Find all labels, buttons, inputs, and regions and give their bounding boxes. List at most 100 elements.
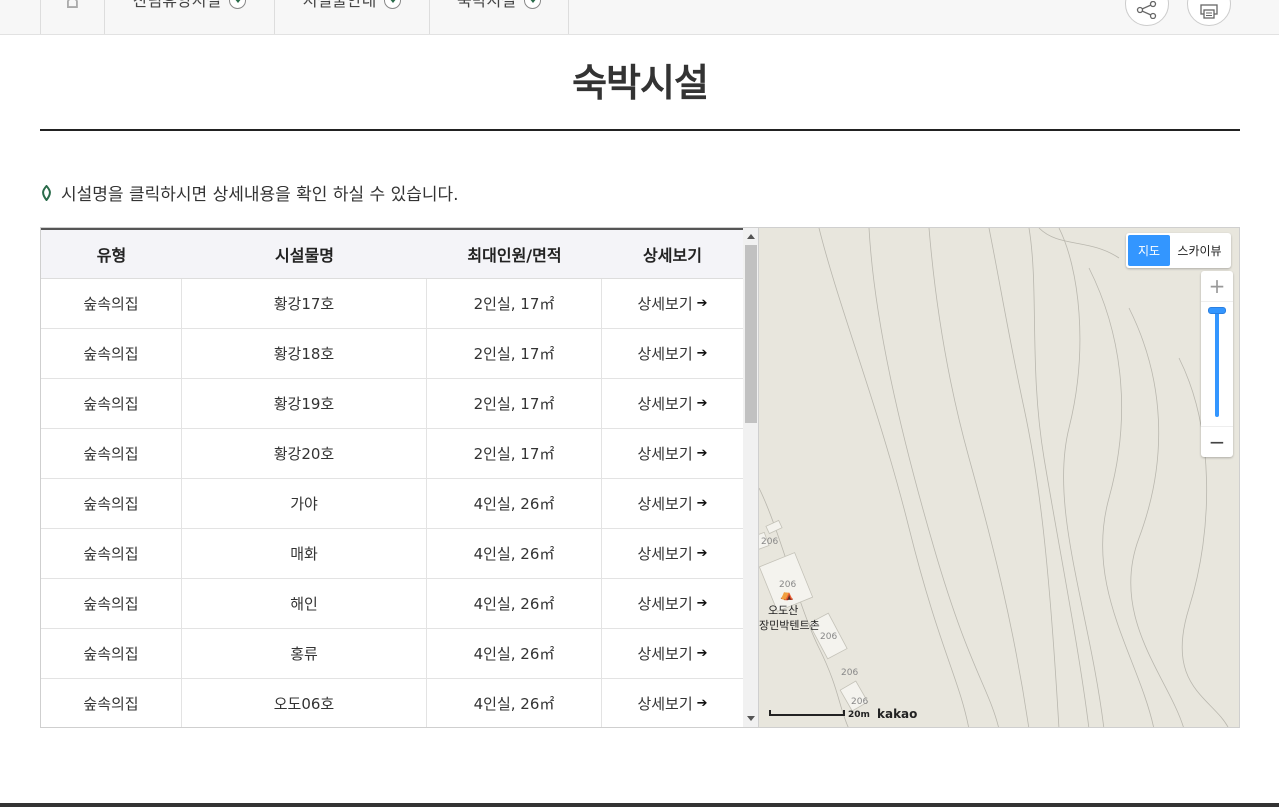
- detail-link[interactable]: 상세보기 ➔: [602, 529, 743, 578]
- table-row[interactable]: 숲속의집 황강17호 2인실, 17㎡ 상세보기 ➔: [41, 279, 743, 329]
- contour-lines: [759, 228, 1229, 727]
- cell-type: 숲속의집: [41, 279, 182, 328]
- print-icon: [1200, 4, 1218, 19]
- scroll-up-arrow-icon[interactable]: [747, 234, 755, 239]
- arrow-right-icon: ➔: [696, 496, 708, 511]
- column-header-capacity: 최대인원/면적: [467, 246, 562, 265]
- page-title: 숙박시설: [572, 61, 709, 105]
- nav-item-facility-guide[interactable]: 시설물안내: [275, 0, 430, 34]
- cell-facility-name[interactable]: 오도06호: [182, 679, 427, 727]
- arrow-right-icon: ➔: [696, 296, 708, 311]
- map-type-roadmap-button[interactable]: 지도: [1128, 235, 1170, 266]
- zoom-slider-track[interactable]: [1215, 309, 1219, 417]
- table-row[interactable]: 숲속의집 가야 4인실, 26㎡ 상세보기 ➔: [41, 479, 743, 529]
- table-row[interactable]: 숲속의집 황강19호 2인실, 17㎡ 상세보기 ➔: [41, 379, 743, 429]
- chevron-down-icon: [384, 0, 402, 9]
- cell-facility-name[interactable]: 홍류: [182, 629, 427, 678]
- arrow-right-icon: ➔: [696, 346, 708, 361]
- map-type-toggle: 지도 스카이뷰: [1126, 233, 1231, 268]
- map-scale-bar: [769, 710, 845, 716]
- place-label[interactable]: 오도산: [768, 602, 798, 618]
- kakao-logo[interactable]: kakao: [877, 707, 917, 721]
- detail-link[interactable]: 상세보기 ➔: [602, 629, 743, 678]
- detail-link-label[interactable]: 상세보기: [637, 293, 692, 314]
- detail-link-label[interactable]: 상세보기: [637, 443, 692, 464]
- cell-capacity: 2인실, 17㎡: [427, 379, 602, 428]
- cell-facility-name[interactable]: 가야: [182, 479, 427, 528]
- elevation-label: 206: [851, 697, 869, 707]
- detail-link[interactable]: 상세보기 ➔: [602, 479, 743, 528]
- table-row[interactable]: 숲속의집 황강20호 2인실, 17㎡ 상세보기 ➔: [41, 429, 743, 479]
- cell-type: 숲속의집: [41, 429, 182, 478]
- column-header-name: 시설물명: [275, 246, 334, 265]
- share-icon: [1136, 1, 1157, 19]
- place-marker-icon[interactable]: ⛺: [780, 588, 794, 601]
- detail-link-label[interactable]: 상세보기: [637, 593, 692, 614]
- cell-type: 숲속의집: [41, 579, 182, 628]
- cell-capacity: 4인실, 26㎡: [427, 479, 602, 528]
- zoom-control: + −: [1201, 271, 1233, 457]
- elevation-label: 206: [841, 668, 859, 678]
- zoom-slider-handle[interactable]: [1208, 307, 1226, 314]
- elevation-label: 206: [820, 632, 838, 642]
- cell-type: 숲속의집: [41, 679, 182, 727]
- cell-facility-name[interactable]: 황강20호: [182, 429, 427, 478]
- title-divider: [40, 129, 1240, 131]
- notice-message: 시설명을 클릭하시면 상세내용을 확인 하실 수 있습니다.: [40, 180, 459, 205]
- map-view[interactable]: 206 206 206 206 206 ⛺ 오도산 장민박텐트촌 지도 스카이뷰…: [759, 227, 1240, 728]
- map-scale-label: 20m: [848, 710, 870, 720]
- zoom-out-button[interactable]: −: [1201, 426, 1233, 457]
- cell-facility-name[interactable]: 황강18호: [182, 329, 427, 378]
- detail-link-label[interactable]: 상세보기: [637, 493, 692, 514]
- cell-facility-name[interactable]: 황강17호: [182, 279, 427, 328]
- print-button[interactable]: [1187, 0, 1231, 26]
- detail-link-label[interactable]: 상세보기: [637, 393, 692, 414]
- table-row[interactable]: 숲속의집 오도06호 4인실, 26㎡ 상세보기 ➔: [41, 679, 743, 727]
- cell-capacity: 2인실, 17㎡: [427, 329, 602, 378]
- detail-link[interactable]: 상세보기 ➔: [602, 329, 743, 378]
- facility-table: 유형 시설물명 최대인원/면적 상세보기 숲속의집 황강17호 2인실, 17㎡ 상세…: [40, 227, 759, 728]
- nav-item-label: 산림휴양시설: [132, 0, 222, 10]
- arrow-right-icon: ➔: [696, 646, 708, 661]
- detail-link[interactable]: 상세보기 ➔: [602, 579, 743, 628]
- table-row[interactable]: 숲속의집 황강18호 2인실, 17㎡ 상세보기 ➔: [41, 329, 743, 379]
- home-button[interactable]: ⌂: [40, 0, 105, 34]
- arrow-right-icon: ➔: [696, 696, 708, 711]
- cell-facility-name[interactable]: 황강19호: [182, 379, 427, 428]
- nav-item-lodging[interactable]: 숙박시설: [430, 0, 569, 34]
- chevron-down-icon: [523, 0, 541, 9]
- nav-item-label: 숙박시설: [457, 0, 516, 10]
- chevron-down-icon: [229, 0, 247, 9]
- cell-type: 숲속의집: [41, 479, 182, 528]
- table-row[interactable]: 숲속의집 매화 4인실, 26㎡ 상세보기 ➔: [41, 529, 743, 579]
- map-type-skyview-button[interactable]: 스카이뷰: [1170, 235, 1229, 266]
- cell-type: 숲속의집: [41, 379, 182, 428]
- share-button[interactable]: [1125, 0, 1169, 26]
- cell-type: 숲속의집: [41, 629, 182, 678]
- scrollbar-thumb[interactable]: [745, 245, 757, 423]
- cell-type: 숲속의집: [41, 529, 182, 578]
- cell-capacity: 4인실, 26㎡: [427, 629, 602, 678]
- nav-item-forest-facilities[interactable]: 산림휴양시설: [105, 0, 275, 34]
- cell-capacity: 2인실, 17㎡: [427, 429, 602, 478]
- detail-link-label[interactable]: 상세보기: [637, 343, 692, 364]
- table-row[interactable]: 숲속의집 해인 4인실, 26㎡ 상세보기 ➔: [41, 579, 743, 629]
- arrow-right-icon: ➔: [696, 396, 708, 411]
- cell-facility-name[interactable]: 해인: [182, 579, 427, 628]
- table-scrollbar[interactable]: [743, 228, 758, 727]
- column-header-type: 유형: [96, 246, 127, 265]
- detail-link[interactable]: 상세보기 ➔: [602, 279, 743, 328]
- scroll-down-arrow-icon[interactable]: [747, 716, 755, 721]
- detail-link-label[interactable]: 상세보기: [637, 543, 692, 564]
- detail-link[interactable]: 상세보기 ➔: [602, 429, 743, 478]
- detail-link[interactable]: 상세보기 ➔: [602, 679, 743, 727]
- detail-link-label[interactable]: 상세보기: [637, 643, 692, 664]
- detail-link-label[interactable]: 상세보기: [637, 693, 692, 714]
- table-body: 숲속의집 황강17호 2인실, 17㎡ 상세보기 ➔ 숲속의집 황강18호 2인실, 17㎡ 상…: [41, 279, 743, 727]
- place-label[interactable]: 장민박텐트촌: [759, 617, 820, 633]
- cell-facility-name[interactable]: 매화: [182, 529, 427, 578]
- zoom-in-button[interactable]: +: [1201, 271, 1233, 302]
- table-row[interactable]: 숲속의집 홍류 4인실, 26㎡ 상세보기 ➔: [41, 629, 743, 679]
- arrow-right-icon: ➔: [696, 596, 708, 611]
- detail-link[interactable]: 상세보기 ➔: [602, 379, 743, 428]
